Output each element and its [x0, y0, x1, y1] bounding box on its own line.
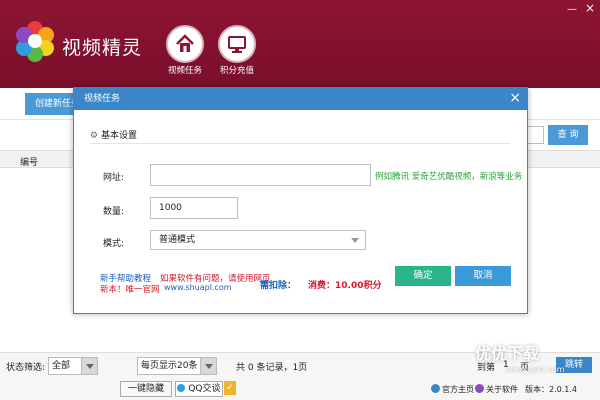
status-filter-select[interactable]: 全部 [48, 357, 98, 375]
section-title: 基本设置 [100, 131, 137, 141]
window-close-button[interactable]: × [585, 1, 595, 15]
nav-recharge-label[interactable]: 积分充值 [207, 64, 267, 76]
chevron-down-icon [81, 358, 97, 374]
confirm-button[interactable]: 确定 [395, 266, 451, 286]
nav-video-task-button[interactable] [166, 25, 204, 63]
mode-value: 普通模式 [159, 235, 196, 245]
mode-label: 模式: [102, 239, 124, 249]
per-page-value: 每页显示20条 [141, 361, 198, 371]
monitor-icon [228, 36, 246, 53]
cost-text: 消费：10.00积分 [308, 281, 382, 291]
homepage-icon [431, 384, 440, 393]
url-label: 网址: [102, 173, 124, 183]
cancel-button[interactable]: 取消 [455, 266, 511, 286]
url-input[interactable] [150, 164, 371, 186]
qq-icon [177, 384, 186, 392]
app-title: 视频精灵 [62, 37, 143, 59]
official-site-link[interactable]: www.shuapl.com [164, 283, 232, 292]
video-task-dialog: 视频任务 × ⚙ 基本设置 网址: 例如腾讯 爱奇艺优酷视频，新浪等业务 数量:… [73, 87, 528, 314]
chevron-down-icon [351, 238, 359, 243]
watermark-text: 优优下载 [475, 344, 540, 363]
watermark-url: www.yyxt.com [506, 365, 565, 374]
record-count: 共 0 条记录，1页 [236, 363, 308, 373]
check-icon: ✓ [224, 381, 236, 395]
nav-recharge-button[interactable] [218, 25, 256, 63]
chevron-down-icon [200, 358, 216, 374]
column-header-id: 编号 [20, 158, 39, 168]
url-hint: 例如腾讯 爱奇艺优酷视频，新浪等业务 [375, 172, 523, 182]
qq-chat-button[interactable]: QQ交谈 [175, 381, 223, 397]
section-divider [90, 143, 510, 144]
hide-all-button[interactable]: 一键隐藏 [120, 381, 172, 397]
filter-label: 状态筛选: [6, 363, 46, 373]
about-icon [475, 384, 484, 393]
qq-chat-label: QQ交谈 [188, 384, 221, 394]
version-text: 版本：2.0.1.4 [525, 385, 577, 394]
section-basic-settings: ⚙ 基本设置 [90, 128, 137, 141]
gear-icon: ⚙ [90, 131, 99, 141]
official-site-notice: 新本！唯一官网 [100, 285, 160, 295]
nav-video-task-label[interactable]: 视频任务 [155, 64, 215, 76]
mode-select[interactable]: 普通模式 [150, 230, 366, 250]
app-logo-icon [16, 21, 54, 62]
minimize-button[interactable]: — [567, 4, 577, 15]
dialog-title: 视频任务 [84, 94, 121, 104]
search-button[interactable]: 查 询 [548, 125, 588, 145]
dialog-close-button[interactable]: × [509, 88, 521, 108]
dialog-header: 视频任务 × [74, 88, 527, 110]
deduct-label: 需扣除： [260, 281, 297, 291]
home-icon [176, 34, 194, 52]
homepage-link[interactable]: 官方主页 [442, 384, 474, 395]
about-link[interactable]: 关于软件 [486, 384, 518, 395]
status-filter-value: 全部 [52, 361, 71, 371]
per-page-select[interactable]: 每页显示20条 [137, 357, 217, 375]
quantity-label: 数量: [102, 207, 124, 217]
quantity-input[interactable]: 1000 [150, 197, 238, 219]
